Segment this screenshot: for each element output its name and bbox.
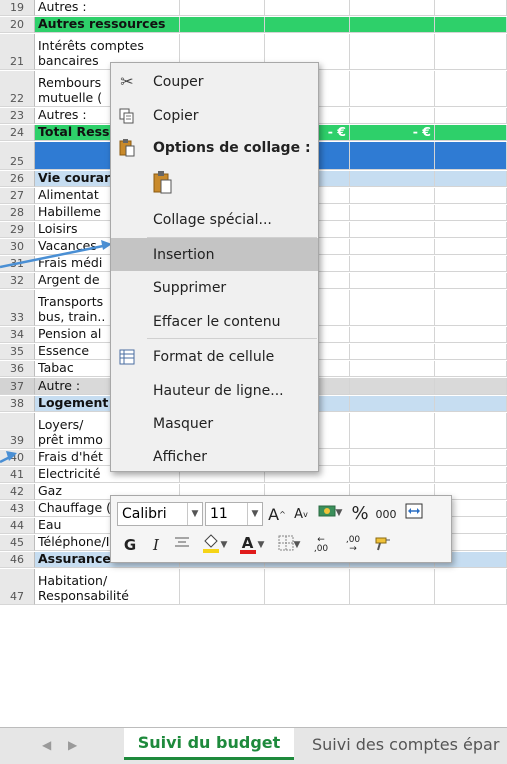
fill-color-button[interactable]: ▼ <box>197 534 231 556</box>
menu-item-clear-contents[interactable]: Effacer le contenu <box>111 305 318 338</box>
chevron-down-icon: ▼ <box>293 540 301 550</box>
menu-divider <box>147 338 317 339</box>
chevron-down-icon: ▼ <box>335 508 343 518</box>
menu-item-format-cells[interactable]: Format de cellule <box>111 340 318 373</box>
menu-item-paste-special[interactable]: Collage spécial... <box>111 203 318 236</box>
sheet-tab-bar: ◀ ▶ Suivi du budget Suivi des comptes ép… <box>0 727 507 764</box>
italic-button[interactable]: I <box>147 534 165 556</box>
scissors-icon: ✂ <box>120 72 134 91</box>
menu-item-copy[interactable]: Copier <box>111 99 318 132</box>
mini-toolbar: Calibri ▼ 11 ▼ A ^ Av ▼ % 000 G I ▼ A ▼ ▼ … <box>110 495 452 563</box>
menu-item-delete[interactable]: Supprimer <box>111 271 318 304</box>
chevron-down-icon[interactable]: ▼ <box>247 503 262 525</box>
merge-icon <box>405 503 423 523</box>
font-color-swatch <box>239 550 256 554</box>
increase-decimal-button[interactable]: ← ,00 <box>307 534 335 556</box>
paint-bucket-icon <box>201 533 221 557</box>
menu-item-hide[interactable]: Masquer <box>111 407 318 440</box>
font-size-combo[interactable]: 11 ▼ <box>205 502 263 526</box>
chevron-down-icon[interactable]: ▼ <box>187 503 202 525</box>
chevron-right-icon[interactable]: ▶ <box>68 738 77 752</box>
decrease-decimal-icon: → <box>349 544 357 554</box>
context-menu: ✂ Couper Copier Options de collage : Col… <box>110 62 319 472</box>
menu-item-insert[interactable]: Insertion <box>111 238 318 271</box>
chevron-down-icon: ▼ <box>220 540 228 550</box>
arrow-to-insertion <box>0 243 109 269</box>
align-center-button[interactable] <box>171 534 193 556</box>
currency-icon <box>318 503 336 523</box>
font-name-combo[interactable]: Calibri ▼ <box>117 502 203 526</box>
accounting-format-button[interactable]: ▼ <box>315 502 345 524</box>
menu-item-row-height[interactable]: Hauteur de ligne... <box>111 374 318 407</box>
decrease-decimal-button[interactable]: ,00 → <box>339 534 367 556</box>
percent-button[interactable]: % <box>349 502 371 524</box>
increase-font-button[interactable]: A ^ <box>267 504 287 524</box>
font-color-button[interactable]: A ▼ <box>235 534 269 556</box>
chevron-left-icon[interactable]: ◀ <box>42 738 51 752</box>
tab-suivi-des-comptes[interactable]: Suivi des comptes épar <box>312 728 499 760</box>
menu-item-cut[interactable]: ✂ Couper <box>111 65 318 98</box>
paste-option-button[interactable] <box>111 166 318 202</box>
format-cells-icon <box>117 347 137 367</box>
menu-item-unhide[interactable]: Afficher <box>111 440 318 473</box>
align-center-icon <box>174 536 190 554</box>
paste-icon <box>153 170 173 198</box>
format-painter-button[interactable] <box>371 534 395 556</box>
thousands-separator-button[interactable]: 000 <box>373 504 399 524</box>
clipboard-icon <box>117 138 137 158</box>
tab-suivi-du-budget[interactable]: Suivi du budget <box>124 728 294 760</box>
borders-button[interactable]: ▼ <box>273 534 305 556</box>
menu-header-paste-options: Options de collage : <box>111 131 318 164</box>
copy-icon <box>117 106 137 126</box>
chevron-down-icon: ▼ <box>257 540 265 550</box>
format-painter-icon <box>374 535 392 555</box>
bold-button[interactable]: G <box>121 534 139 556</box>
decrease-font-button[interactable]: Av <box>291 504 311 524</box>
merge-center-button[interactable] <box>403 503 425 523</box>
borders-icon <box>278 535 294 555</box>
